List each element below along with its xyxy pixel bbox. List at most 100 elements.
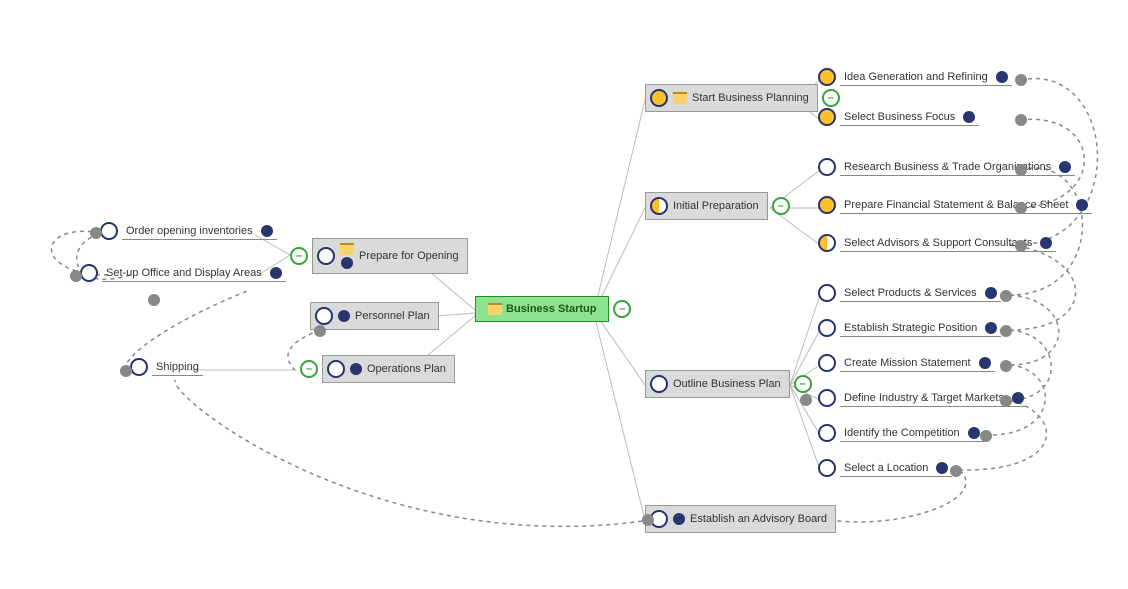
node-label: Establish an Advisory Board	[690, 513, 827, 525]
node-operations[interactable]: Operations Plan –	[300, 355, 455, 383]
node-label: Outline Business Plan	[673, 378, 781, 390]
marker-icon	[673, 513, 685, 525]
task-icon	[818, 108, 836, 126]
leaf-mission[interactable]: Create Mission Statement	[818, 354, 995, 372]
relation-dot	[1015, 240, 1027, 252]
relation-dot	[70, 270, 82, 282]
leaf-label: Establish Strategic Position	[844, 322, 977, 334]
node-outline[interactable]: Outline Business Plan –	[645, 370, 812, 398]
folder-icon	[488, 303, 502, 315]
expand-toggle[interactable]: –	[300, 360, 318, 378]
marker-icon	[1059, 161, 1071, 173]
marker-icon	[979, 357, 991, 369]
leaf-label: Select a Location	[844, 462, 928, 474]
leaf-label: Set-up Office and Display Areas	[106, 267, 262, 279]
task-icon	[650, 197, 668, 215]
leaf-label: Idea Generation and Refining	[844, 71, 988, 83]
marker-icon	[1076, 199, 1088, 211]
expand-toggle[interactable]: –	[772, 197, 790, 215]
relation-dot	[1015, 164, 1027, 176]
marker-icon	[270, 267, 282, 279]
relation-dot	[148, 294, 160, 306]
expand-toggle[interactable]: –	[290, 247, 308, 265]
task-icon	[818, 158, 836, 176]
leaf-label: Select Products & Services	[844, 287, 977, 299]
leaf-focus[interactable]: Select Business Focus	[818, 108, 979, 126]
relation-dot	[1000, 395, 1012, 407]
relation-dot	[90, 227, 102, 239]
node-personnel[interactable]: Personnel Plan	[310, 302, 439, 330]
leaf-setup[interactable]: Set-up Office and Display Areas	[80, 264, 286, 282]
relation-dot	[1015, 114, 1027, 126]
node-initial[interactable]: Initial Preparation –	[645, 192, 790, 220]
leaf-shipping[interactable]: Shipping	[130, 358, 203, 376]
marker-icon	[996, 71, 1008, 83]
task-icon	[317, 247, 335, 265]
node-advisory[interactable]: Establish an Advisory Board	[645, 505, 836, 533]
leaf-idea[interactable]: Idea Generation and Refining	[818, 68, 1012, 86]
root-node[interactable]: Business Startup –	[475, 296, 631, 322]
task-icon	[818, 319, 836, 337]
expand-toggle[interactable]: –	[822, 89, 840, 107]
marker-icon	[1040, 237, 1052, 249]
marker-icon	[936, 462, 948, 474]
mindmap-canvas: Business Startup – Prepare for Opening –…	[0, 0, 1128, 589]
marker-icon	[985, 287, 997, 299]
task-icon	[650, 89, 668, 107]
leaf-industry[interactable]: Define Industry & Target Markets	[818, 389, 1028, 407]
leaf-label: Prepare Financial Statement & Balance Sh…	[844, 199, 1068, 211]
task-icon	[130, 358, 148, 376]
task-icon	[327, 360, 345, 378]
task-icon	[650, 375, 668, 393]
relation-dot	[642, 514, 654, 526]
marker-icon	[341, 257, 353, 269]
leaf-label: Order opening inventories	[126, 225, 253, 237]
leaf-research[interactable]: Research Business & Trade Organizations	[818, 158, 1075, 176]
task-icon	[818, 284, 836, 302]
leaf-competition[interactable]: Identify the Competition	[818, 424, 984, 442]
node-label: Initial Preparation	[673, 200, 759, 212]
relation-dot	[1000, 290, 1012, 302]
marker-icon	[261, 225, 273, 237]
relation-dot	[1015, 202, 1027, 214]
node-label: Personnel Plan	[355, 310, 430, 322]
leaf-label: Define Industry & Target Markets	[844, 392, 1004, 404]
task-icon	[818, 234, 836, 252]
note-icon	[340, 243, 354, 255]
node-label: Start Business Planning	[692, 92, 809, 104]
task-icon	[100, 222, 118, 240]
leaf-finance[interactable]: Prepare Financial Statement & Balance Sh…	[818, 196, 1092, 214]
node-label: Operations Plan	[367, 363, 446, 375]
marker-icon	[350, 363, 362, 375]
leaf-products[interactable]: Select Products & Services	[818, 284, 1001, 302]
marker-icon	[338, 310, 350, 322]
task-icon	[818, 196, 836, 214]
leaf-location[interactable]: Select a Location	[818, 459, 952, 477]
relation-dot	[1015, 74, 1027, 86]
leaf-label: Select Advisors & Support Consultants	[844, 237, 1032, 249]
expand-toggle[interactable]: –	[613, 300, 631, 318]
note-icon	[673, 92, 687, 104]
task-icon	[818, 424, 836, 442]
node-label: Prepare for Opening	[359, 250, 459, 262]
marker-icon	[968, 427, 980, 439]
leaf-inventories[interactable]: Order opening inventories	[100, 222, 277, 240]
marker-icon	[963, 111, 975, 123]
task-icon	[818, 459, 836, 477]
leaf-label: Select Business Focus	[844, 111, 955, 123]
task-icon	[315, 307, 333, 325]
task-icon	[818, 68, 836, 86]
relation-dot	[980, 430, 992, 442]
node-start[interactable]: Start Business Planning –	[645, 84, 840, 112]
marker-icon	[985, 322, 997, 334]
node-prepare[interactable]: Prepare for Opening –	[290, 238, 468, 274]
leaf-strategic[interactable]: Establish Strategic Position	[818, 319, 1001, 337]
task-icon	[818, 354, 836, 372]
leaf-label: Shipping	[156, 361, 199, 373]
marker-icon	[1012, 392, 1024, 404]
relation-dot	[120, 365, 132, 377]
relation-dot	[314, 325, 326, 337]
expand-toggle[interactable]: –	[794, 375, 812, 393]
task-icon	[80, 264, 98, 282]
relation-dot	[1000, 360, 1012, 372]
